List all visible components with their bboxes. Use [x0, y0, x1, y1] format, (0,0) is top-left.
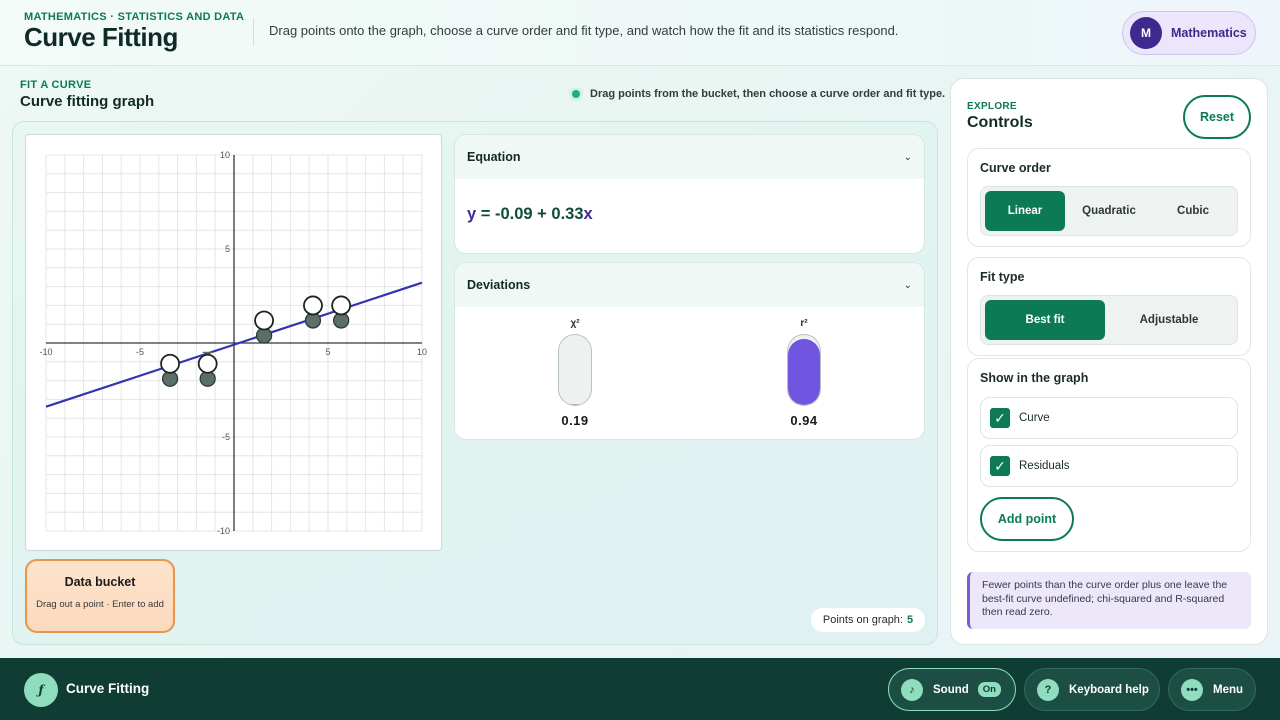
- section-eyebrow: FIT A CURVE: [20, 79, 92, 91]
- residuals-checkbox-row[interactable]: ✓ Residuals: [980, 445, 1238, 487]
- app-footer: ƒ Curve Fitting ♪ Sound On ? Keyboard he…: [0, 658, 1280, 720]
- equation-panel-header[interactable]: Equation ⌄: [455, 135, 924, 179]
- curve-checkbox-label: Curve: [1019, 412, 1050, 424]
- point-drag-handle[interactable]: [160, 353, 180, 374]
- chi-squared-label: χ²: [570, 318, 580, 329]
- x-tick-label: -10: [39, 347, 52, 357]
- fit-type-title: Fit type: [980, 270, 1025, 284]
- point-drag-handle[interactable]: [254, 310, 274, 331]
- sound-label: Sound: [933, 683, 969, 696]
- point-drag-handle[interactable]: [331, 295, 352, 316]
- point-drag-handle[interactable]: [197, 353, 218, 374]
- header-divider: [253, 18, 254, 46]
- show-in-graph-card: Show in the graph ✓ Curve ✓ Residuals Ad…: [967, 358, 1251, 552]
- chevron-down-icon: ⌄: [903, 279, 912, 291]
- dots-icon: •••: [1181, 678, 1203, 701]
- points-on-graph-count: 5: [907, 614, 914, 626]
- menu-button[interactable]: ••• Menu: [1168, 668, 1256, 711]
- section-title: Curve fitting graph: [20, 93, 155, 110]
- header-description: Drag points onto the graph, choose a cur…: [269, 23, 899, 38]
- hint-text: Drag points from the bucket, then choose…: [572, 88, 945, 100]
- y-tick-label: -10: [217, 526, 230, 536]
- status-dot-icon: [572, 90, 580, 98]
- deviations-panel-header[interactable]: Deviations ⌄: [455, 263, 924, 307]
- equation-text: y = -0.09 + 0.33x: [467, 205, 593, 224]
- equation-y: y: [467, 205, 477, 223]
- reset-button[interactable]: Reset: [1183, 95, 1251, 139]
- chi-squared-gauge: [558, 334, 592, 406]
- curve-order-title: Curve order: [980, 161, 1051, 175]
- deviations-panel: Deviations ⌄: [454, 262, 925, 440]
- hint-label: Drag points from the bucket, then choose…: [590, 88, 946, 100]
- curve-order-quadratic[interactable]: Quadratic: [1065, 191, 1153, 231]
- app-title: Curve Fitting: [24, 22, 178, 52]
- x-tick-label: 10: [417, 347, 427, 357]
- add-point-button[interactable]: Add point: [980, 497, 1074, 541]
- points-on-graph-badge: Points on graph: 5: [811, 608, 925, 632]
- curve-order-linear[interactable]: Linear: [985, 191, 1065, 231]
- curve-checkbox-row[interactable]: ✓ Curve: [980, 397, 1238, 439]
- x-tick-label: -5: [136, 347, 144, 357]
- music-note-icon: ♪: [901, 678, 923, 701]
- subject-avatar: M: [1130, 17, 1162, 49]
- equation-x: x: [583, 205, 593, 223]
- controls-title: Controls: [967, 114, 1033, 131]
- point-drag-handle[interactable]: [303, 295, 323, 316]
- y-tick-label: -5: [222, 432, 230, 442]
- r-squared-gauge: [787, 334, 821, 406]
- function-logo-icon: ƒ: [24, 673, 58, 707]
- r-squared-label: r²: [800, 318, 808, 329]
- sound-state-badge: On: [977, 682, 1001, 697]
- points-on-graph-label: Points on graph:: [822, 614, 903, 626]
- checkmark-icon[interactable]: ✓: [990, 456, 1010, 476]
- curve-order-card: Curve order Linear Quadratic Cubic: [967, 148, 1251, 247]
- info-note: Fewer points than the curve order plus o…: [967, 572, 1251, 629]
- bucket-title: Data bucket: [64, 575, 136, 589]
- residuals-checkbox-label: Residuals: [1019, 460, 1070, 472]
- chi-squared-value: 0.19: [561, 413, 589, 428]
- y-tick-label: 10: [220, 150, 230, 160]
- fit-type-card: Fit type Best fit Adjustable: [967, 257, 1251, 356]
- subject-label: Mathematics: [1171, 26, 1247, 40]
- chevron-down-icon: ⌄: [903, 151, 912, 163]
- r-squared-value: 0.94: [790, 413, 818, 428]
- sound-toggle-button[interactable]: ♪ Sound On: [888, 668, 1016, 711]
- deviations-title: Deviations: [467, 278, 531, 292]
- equation-rhs: = -0.09 + 0.33: [476, 205, 584, 223]
- menu-label: Menu: [1213, 683, 1244, 696]
- question-icon: ?: [1037, 678, 1059, 701]
- controls-eyebrow: EXPLORE: [967, 101, 1017, 112]
- fit-type-best-fit[interactable]: Best fit: [985, 300, 1106, 340]
- y-tick-label: 5: [225, 244, 230, 254]
- show-in-graph-title: Show in the graph: [980, 371, 1089, 385]
- equation-title: Equation: [467, 150, 521, 164]
- subject-button[interactable]: M Mathematics: [1122, 11, 1256, 55]
- r-squared-fill: [788, 339, 820, 405]
- footer-title: Curve Fitting: [66, 681, 150, 696]
- x-tick-label: 5: [325, 347, 330, 357]
- app-header: MATHEMATICS · STATISTICS AND DATA Curve …: [0, 0, 1280, 66]
- data-bucket[interactable]: Data bucket Drag out a point · Enter to …: [25, 559, 175, 633]
- curve-order-cubic[interactable]: Cubic: [1153, 191, 1233, 231]
- fit-type-adjustable[interactable]: Adjustable: [1105, 300, 1233, 340]
- curve-order-segmented: Linear Quadratic Cubic: [980, 186, 1238, 236]
- chi-squared-fill: [559, 403, 591, 405]
- keyboard-help-button[interactable]: ? Keyboard help: [1024, 668, 1160, 711]
- equation-panel: Equation ⌄: [454, 134, 925, 254]
- graph-card[interactable]: -10 -5 5 10 10 5 -5 -10: [25, 134, 442, 551]
- bucket-subtitle: Drag out a point · Enter to add: [36, 599, 164, 610]
- checkmark-icon[interactable]: ✓: [990, 408, 1010, 428]
- fit-type-segmented: Best fit Adjustable: [980, 295, 1238, 345]
- keyboard-help-label: Keyboard help: [1069, 683, 1149, 696]
- curve-fitting-graph[interactable]: -10 -5 5 10 10 5 -5 -10: [26, 135, 443, 552]
